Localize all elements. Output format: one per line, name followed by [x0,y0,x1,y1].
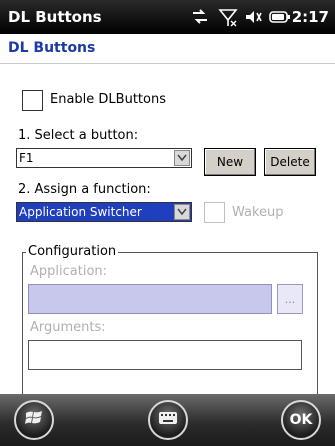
ok-label: OK [289,412,313,428]
chevron-down-icon[interactable] [174,204,190,220]
assign-function-label: 2. Assign a function: [18,182,151,197]
configuration-group-title: Configuration [26,244,119,259]
battery-icon[interactable] [268,7,290,27]
delete-button[interactable]: Delete [264,148,316,176]
arguments-label: Arguments: [30,320,106,335]
browse-application-label: ... [284,292,296,306]
windows-start-icon [24,408,44,432]
function-select[interactable]: Application Switcher [16,202,192,222]
status-bar: DL Buttons 2:17 [0,0,335,34]
button-select[interactable]: F1 [16,148,192,168]
browse-application-button[interactable]: ... [277,284,303,314]
arguments-field[interactable] [28,340,302,370]
bottom-softkey-bar: OK [0,394,335,446]
page-header: DL Buttons [0,34,335,64]
screen: DL Buttons 2:17 DL Buttons Enable DLButt… [0,0,335,446]
wakeup-label: Wakeup [232,205,284,220]
keyboard-icon [158,411,178,429]
start-button[interactable] [14,400,54,440]
form-content: Enable DLButtons 1. Select a button: F1 … [0,64,335,436]
new-button-label: New [216,155,244,169]
page-title: DL Buttons [8,40,96,56]
wakeup-checkbox[interactable] [204,202,225,223]
status-bar-title: DL Buttons [8,8,102,26]
function-select-value: Application Switcher [19,205,142,219]
select-button-label: 1. Select a button: [18,128,139,143]
application-field[interactable] [28,284,272,314]
application-label: Application: [30,264,108,279]
connectivity-icon[interactable] [190,7,210,27]
volume-icon[interactable] [244,7,264,27]
enable-dlbuttons-label: Enable DLButtons [50,92,166,107]
chevron-down-icon[interactable] [174,150,190,166]
button-select-value: F1 [19,151,34,165]
signal-icon[interactable] [218,7,238,27]
ok-button[interactable]: OK [281,400,321,440]
keyboard-button[interactable] [148,400,188,440]
delete-button-label: Delete [270,155,310,169]
clock[interactable]: 2:17 [292,8,329,26]
enable-dlbuttons-checkbox[interactable] [22,90,43,111]
new-button[interactable]: New [204,148,256,176]
